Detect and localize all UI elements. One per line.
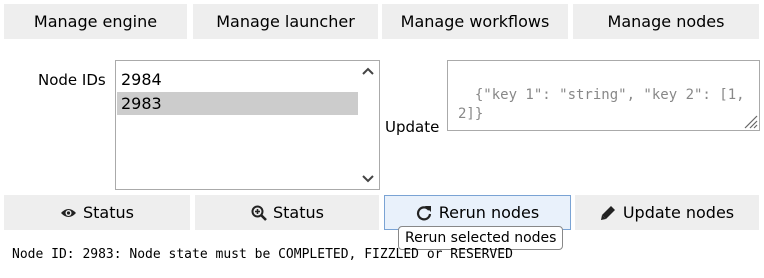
update-textarea[interactable]: {"key 1": "string", "key 2": [1, 2]}: [447, 60, 760, 131]
list-item[interactable]: 2983: [117, 92, 358, 115]
node-ids-listbox[interactable]: 2984 2983: [115, 60, 380, 190]
status-button[interactable]: Status: [4, 195, 190, 230]
update-nodes-button-label: Update nodes: [622, 203, 735, 222]
list-item[interactable]: 2984: [117, 68, 358, 91]
scroll-up-icon[interactable]: [361, 65, 375, 77]
tab-manage-launcher[interactable]: Manage launcher: [193, 4, 378, 39]
resize-grip-icon[interactable]: [742, 113, 758, 129]
status-button-label: Status: [83, 203, 134, 222]
update-label: Update: [385, 118, 440, 136]
rerun-nodes-button-label: Rerun nodes: [438, 203, 540, 222]
tab-label: Manage workflows: [400, 12, 550, 31]
redo-icon: [416, 204, 433, 221]
tab-manage-engine[interactable]: Manage engine: [4, 4, 187, 39]
status-detail-button[interactable]: Status: [195, 195, 379, 230]
status-message: Node ID: 2983: Node state must be COMPLE…: [12, 247, 513, 262]
tab-manage-nodes[interactable]: Manage nodes: [573, 4, 759, 39]
rerun-nodes-button[interactable]: Rerun nodes: [384, 195, 571, 230]
scroll-down-icon[interactable]: [361, 173, 375, 185]
tab-label: Manage nodes: [607, 12, 725, 31]
status-detail-button-label: Status: [273, 203, 324, 222]
pencil-icon: [600, 204, 617, 221]
update-placeholder: {"key 1": "string", "key 2": [1, 2]}: [458, 87, 754, 122]
tab-manage-workflows[interactable]: Manage workflows: [382, 4, 568, 39]
eye-icon: [60, 204, 77, 221]
update-nodes-button[interactable]: Update nodes: [575, 195, 759, 230]
tab-label: Manage engine: [33, 12, 158, 31]
tab-label: Manage launcher: [216, 12, 355, 31]
zoom-in-icon: [250, 204, 267, 221]
node-ids-label: Node IDs: [38, 71, 106, 89]
